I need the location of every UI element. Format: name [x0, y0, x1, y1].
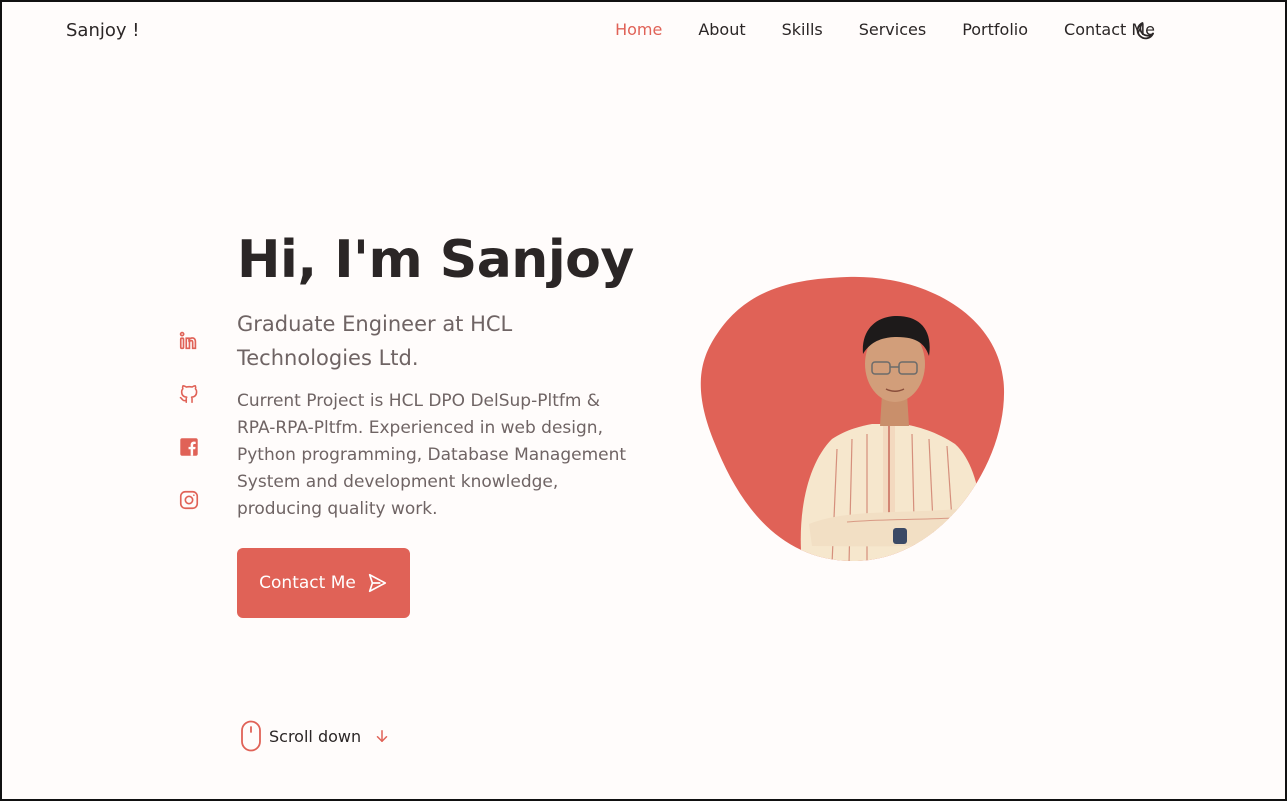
contact-me-button[interactable]: Contact Me: [237, 548, 410, 618]
scroll-down-label: Scroll down: [269, 726, 362, 746]
nav-home[interactable]: Home: [615, 20, 662, 39]
main-nav: Home About Skills Services Portfolio Con…: [579, 20, 1155, 39]
hero-description: Current Project is HCL DPO DelSup-Pltfm …: [237, 391, 627, 519]
hero-title: Hi, I'm Sanjoy: [237, 230, 634, 290]
instagram-icon[interactable]: [178, 489, 202, 513]
contact-me-label: Contact Me: [259, 573, 356, 593]
nav-about[interactable]: About: [698, 20, 745, 39]
nav-portfolio[interactable]: Portfolio: [962, 20, 1028, 39]
send-icon: [368, 573, 386, 593]
social-links: [178, 330, 202, 513]
arrow-down-icon: [376, 730, 388, 742]
nav-skills[interactable]: Skills: [782, 20, 823, 39]
header: Sanjoy ! Home About Skills Services Port…: [2, 2, 1285, 62]
profile-image: [697, 274, 1007, 564]
scroll-down-button[interactable]: Scroll down: [239, 720, 391, 752]
site-logo[interactable]: Sanjoy !: [66, 20, 139, 41]
moon-icon[interactable]: [1133, 19, 1157, 43]
linkedin-icon[interactable]: [178, 330, 202, 354]
facebook-icon[interactable]: [178, 436, 202, 460]
nav-services[interactable]: Services: [859, 20, 926, 39]
github-icon[interactable]: [178, 383, 202, 407]
hero-subtitle: Graduate Engineer at HCL Technologies Lt…: [237, 312, 513, 370]
mouse-icon: [241, 720, 261, 752]
